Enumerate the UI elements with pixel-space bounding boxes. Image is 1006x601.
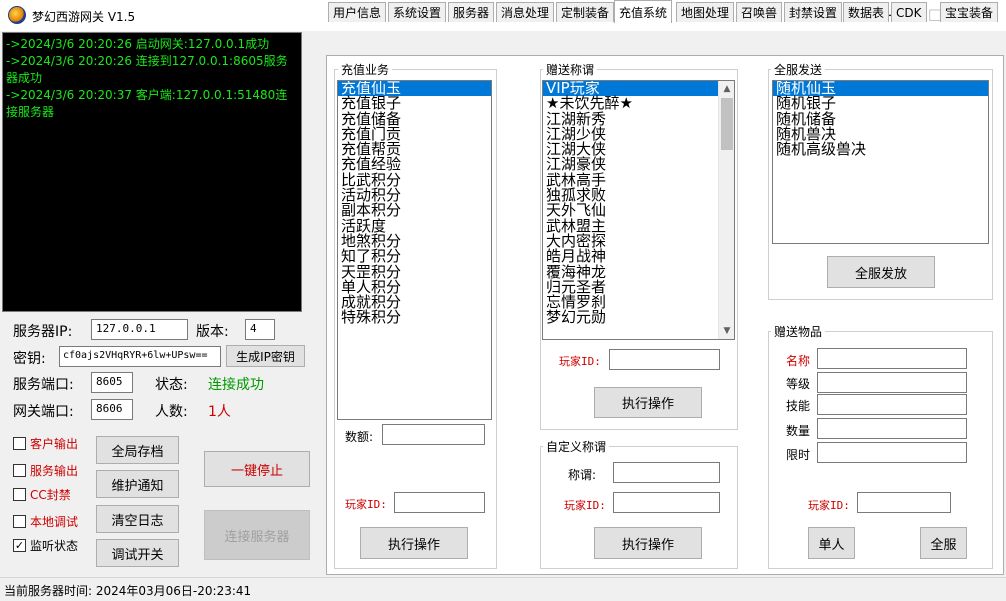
server-send-group-title: 全服发送 [771,61,826,78]
item-quantity-input[interactable] [817,418,967,439]
recharge-player-id-input[interactable] [394,492,485,513]
item-skill-label: 技能 [786,399,811,413]
list-item[interactable]: 随机高级兽决 [773,141,988,157]
server-time-text: 当前服务器时间: 2024年03月06日-20:23:41 [4,584,252,598]
save-all-button[interactable]: 全局存档 [96,436,179,464]
gift-all-button[interactable]: 全服 [920,527,967,559]
cc-ban-checkbox[interactable]: CC封禁 [13,486,71,503]
log-console[interactable]: ->2024/3/6 20:20:26 启动网关:127.0.0.1成功 ->2… [2,32,302,312]
window-title: 梦幻西游网关 V1.5 [32,10,136,24]
app-logo-icon [8,6,26,24]
tab-recharge[interactable]: 充值系统 [614,0,673,23]
title-execute-button[interactable]: 执行操作 [594,387,702,418]
connect-server-button[interactable]: 连接服务器 [204,510,310,560]
version-input[interactable]: 4 [245,319,275,340]
player-count-label: 人数: [155,404,188,420]
list-item[interactable]: 梦幻元勋 [543,310,719,326]
checkbox-box[interactable] [13,488,26,501]
item-time-limit-label: 限时 [786,448,811,462]
clear-log-button[interactable]: 清空日志 [96,505,179,533]
item-level-input[interactable] [817,372,967,393]
server-send-list[interactable]: 随机仙玉 随机银子 随机储备 随机兽决 随机高级兽决 [772,80,989,244]
tab-system-settings[interactable]: 系统设置 [388,2,447,22]
checkbox-box[interactable] [13,464,26,477]
custom-title-player-id-input[interactable] [613,492,720,513]
tab-ban[interactable]: 封禁设置 [784,2,843,22]
custom-title-name-input[interactable] [613,462,720,483]
server-ip-input[interactable]: 127.0.0.1 [91,319,188,340]
status-value: 连接成功 [208,377,264,393]
gateway-port-input[interactable]: 8606 [91,399,133,420]
player-count-value: 1人 [208,404,231,420]
item-time-limit-input[interactable] [817,442,967,463]
service-output-checkbox[interactable]: 服务输出 [13,462,78,479]
listen-status-checkbox[interactable]: ✓ 监听状态 [13,537,78,554]
tab-data-table[interactable]: 数据表 [843,2,890,22]
scroll-thumb[interactable] [721,98,733,150]
gift-item-group-title: 赠送物品 [771,323,826,340]
amount-input[interactable] [382,424,485,445]
status-label: 状态: [155,377,188,393]
service-port-label: 服务端口: [13,377,74,393]
tab-user-info[interactable]: 用户信息 [328,2,387,22]
item-player-id-input[interactable] [857,492,951,513]
item-name-label: 名称 [786,354,811,368]
recharge-group-title: 充值业务 [338,61,393,78]
checkbox-box[interactable] [13,437,26,450]
service-port-input[interactable]: 8605 [91,372,133,393]
scroll-up-icon[interactable]: ▲ [719,81,734,97]
debug-toggle-button[interactable]: 调试开关 [96,539,179,567]
recharge-player-id-label: 玩家ID: [345,498,387,511]
maintenance-notice-button[interactable]: 维护通知 [96,470,179,498]
item-skill-input[interactable] [817,394,967,415]
server-ip-label: 服务器IP: [13,324,73,340]
item-level-label: 等级 [786,377,811,391]
custom-title-player-id-label: 玩家ID: [564,499,606,512]
recharge-execute-button[interactable]: 执行操作 [360,527,468,559]
custom-title-name-label: 称谓: [568,468,597,482]
check-mark-icon[interactable]: ✓ [13,539,26,552]
key-input[interactable]: cf0ajs2VHqRYR+6lw+UPsw== [59,346,221,367]
amount-label: 数额: [345,430,374,444]
item-quantity-label: 数量 [786,424,811,438]
custom-title-execute-button[interactable]: 执行操作 [594,527,702,559]
log-line: ->2024/3/6 20:20:37 客户端:127.0.0.1:51480连… [6,88,288,119]
status-bar: 当前服务器时间: 2024年03月06日-20:23:41 [0,577,1006,601]
tab-server[interactable]: 服务器 [448,2,495,22]
tab-message[interactable]: 消息处理 [496,2,555,22]
local-debug-checkbox[interactable]: 本地调试 [13,513,78,530]
scroll-down-icon[interactable]: ▼ [719,323,734,339]
log-line: ->2024/3/6 20:20:26 连接到127.0.0.1:8605服务器… [6,54,288,85]
tab-map[interactable]: 地图处理 [676,2,735,22]
tab-summon[interactable]: 召唤兽 [736,2,783,22]
key-label: 密钥: [13,351,46,367]
server-send-button[interactable]: 全服发放 [827,256,935,288]
generate-key-button[interactable]: 生成IP密钥 [226,345,305,367]
title-player-id-input[interactable] [609,349,720,370]
title-list[interactable]: VIP玩家 ★未饮先醉★ 江湖新秀 江湖少侠 江湖大侠 江湖豪侠 武林高手 独孤… [542,80,735,340]
tab-pet-equipment[interactable]: 宝宝装备 [940,2,999,22]
title-gift-group-title: 赠送称谓 [543,61,598,78]
version-label: 版本: [196,324,229,340]
gateway-port-label: 网关端口: [13,404,74,420]
custom-title-group-title: 自定义称谓 [543,438,610,455]
stop-all-button[interactable]: 一键停止 [204,451,310,487]
checkbox-box[interactable] [13,515,26,528]
client-output-checkbox[interactable]: 客户输出 [13,435,78,452]
list-item[interactable]: 特殊积分 [338,310,491,326]
recharge-type-list[interactable]: 充值仙玉 充值银子 充值储备 充值门贡 充值帮贡 充值经验 比武积分 活动积分 … [337,80,492,420]
item-name-input[interactable] [817,348,967,369]
title-list-scrollbar[interactable]: ▲ ▼ [718,81,734,339]
log-line: ->2024/3/6 20:20:26 启动网关:127.0.0.1成功 [6,37,270,51]
gift-single-button[interactable]: 单人 [808,527,855,559]
item-player-id-label: 玩家ID: [808,499,850,512]
title-player-id-label: 玩家ID: [559,355,601,368]
tab-custom-equipment[interactable]: 定制装备 [556,2,615,22]
tab-cdk[interactable]: CDK [891,2,927,22]
